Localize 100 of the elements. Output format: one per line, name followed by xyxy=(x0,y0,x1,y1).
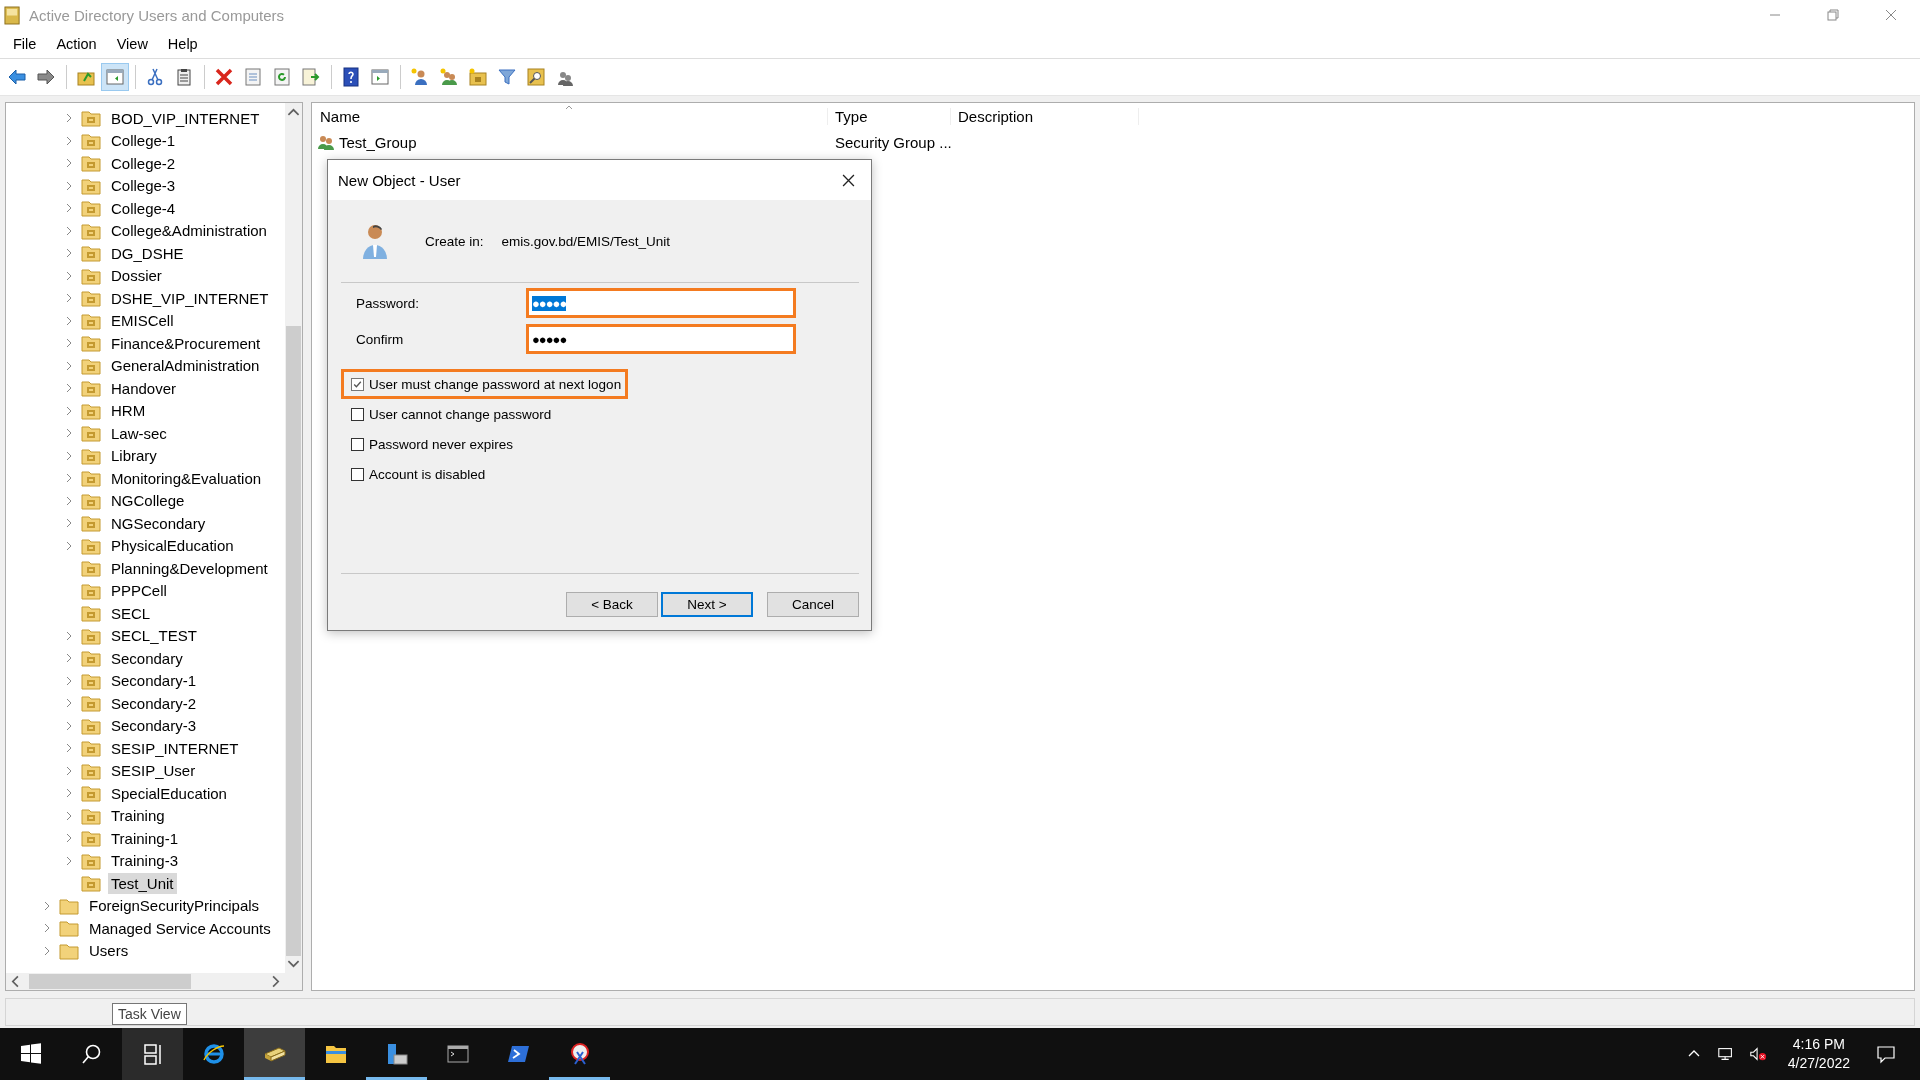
tree-item[interactable]: DG_DSHE xyxy=(108,242,187,264)
column-header[interactable]: Type xyxy=(827,107,950,125)
expand-chevron-icon[interactable] xyxy=(65,720,73,731)
tree-item[interactable]: College-2 xyxy=(108,152,179,174)
tree-item[interactable]: Secondary xyxy=(108,647,186,669)
expand-chevron-icon[interactable] xyxy=(65,653,73,664)
column-header[interactable]: Name xyxy=(312,107,827,125)
menu-item[interactable]: File xyxy=(3,34,47,54)
notifications-icon[interactable] xyxy=(1876,1044,1896,1064)
tree-item[interactable]: Library xyxy=(108,445,160,467)
volume-muted-icon[interactable] xyxy=(1748,1046,1767,1062)
expand-chevron-icon[interactable] xyxy=(65,810,73,821)
tree-item[interactable]: Secondary-1 xyxy=(108,670,200,692)
console-tree-button[interactable] xyxy=(101,63,129,91)
expand-chevron-icon[interactable] xyxy=(65,540,73,551)
tree-item[interactable]: BOD_VIP_INTERNET xyxy=(108,107,263,129)
tree-item[interactable]: EMISCell xyxy=(108,310,177,332)
menu-item[interactable]: View xyxy=(106,34,158,54)
expand-chevron-icon[interactable] xyxy=(65,630,73,641)
expand-chevron-icon[interactable] xyxy=(65,293,73,304)
tree-item[interactable]: Users xyxy=(86,940,132,962)
tree-item[interactable]: College-3 xyxy=(108,175,179,197)
scrollbar-thumb[interactable] xyxy=(286,326,301,956)
expand-chevron-icon[interactable] xyxy=(65,248,73,259)
expand-chevron-icon[interactable] xyxy=(65,473,73,484)
restore-icon[interactable] xyxy=(1827,9,1839,21)
dialog-button[interactable]: Next > xyxy=(661,592,753,617)
expand-chevron-icon[interactable] xyxy=(65,360,73,371)
option-label[interactable]: Account is disabled xyxy=(369,466,486,482)
expand-chevron-icon[interactable] xyxy=(65,338,73,349)
password-field[interactable]: ●●●●● xyxy=(526,288,796,318)
checkbox[interactable] xyxy=(351,467,364,481)
expand-chevron-icon[interactable] xyxy=(43,900,51,911)
tree-item[interactable]: Monitoring&Evaluation xyxy=(108,467,265,489)
password-field[interactable]: ●●●●● xyxy=(526,324,796,354)
tree-item[interactable]: Secondary-2 xyxy=(108,692,200,714)
tree-item[interactable]: SECL xyxy=(108,602,154,624)
expand-chevron-icon[interactable] xyxy=(43,923,51,934)
expand-chevron-icon[interactable] xyxy=(65,518,73,529)
expand-chevron-icon[interactable] xyxy=(65,405,73,416)
expand-chevron-icon[interactable] xyxy=(65,675,73,686)
tree-item[interactable]: Training xyxy=(108,805,168,827)
option-label[interactable]: User must change password at next logon xyxy=(369,376,622,392)
expand-chevron-icon[interactable] xyxy=(65,495,73,506)
menu-item[interactable]: Action xyxy=(46,34,107,54)
tree-item[interactable]: College&Administration xyxy=(108,220,270,242)
tree-item[interactable]: Test_Unit xyxy=(108,872,177,894)
checkbox[interactable] xyxy=(351,377,364,391)
tree-item[interactable]: College-4 xyxy=(108,197,179,219)
horizontal-scrollbar[interactable] xyxy=(6,973,302,990)
expand-chevron-icon[interactable] xyxy=(65,158,73,169)
expand-chevron-icon[interactable] xyxy=(65,428,73,439)
vertical-scrollbar[interactable] xyxy=(285,103,302,973)
tree-item[interactable]: Dossier xyxy=(108,265,165,287)
tree-item[interactable]: Handover xyxy=(108,377,180,399)
tree-item[interactable]: Training-1 xyxy=(108,827,181,849)
tree-item[interactable]: NGCollege xyxy=(108,490,188,512)
option-label[interactable]: Password never expires xyxy=(369,436,514,452)
tree-item[interactable]: NGSecondary xyxy=(108,512,209,534)
menu-item[interactable]: Help xyxy=(157,34,208,54)
tree-item[interactable]: DSHE_VIP_INTERNET xyxy=(108,287,272,309)
tree-item[interactable]: Law-sec xyxy=(108,422,170,444)
expand-chevron-icon[interactable] xyxy=(65,180,73,191)
tree-item[interactable]: Managed Service Accounts xyxy=(86,917,274,939)
tree-item[interactable]: SpecialEducation xyxy=(108,782,230,804)
network-icon[interactable] xyxy=(1716,1046,1735,1062)
tree-item[interactable]: HRM xyxy=(108,400,149,422)
expand-chevron-icon[interactable] xyxy=(65,788,73,799)
tree-item[interactable]: SECL_TEST xyxy=(108,625,200,647)
column-header[interactable]: Description xyxy=(950,107,1139,125)
expand-chevron-icon[interactable] xyxy=(65,203,73,214)
option-label[interactable]: User cannot change password xyxy=(369,406,552,422)
tree-item[interactable]: PPPCell xyxy=(108,580,170,602)
tree-item[interactable]: Finance&Procurement xyxy=(108,332,264,354)
expand-chevron-icon[interactable] xyxy=(65,113,73,124)
tree-item[interactable]: ForeignSecurityPrincipals xyxy=(86,895,263,917)
expand-chevron-icon[interactable] xyxy=(65,855,73,866)
tree-item[interactable]: Planning&Development xyxy=(108,557,271,579)
object-name[interactable]: Test_Group xyxy=(339,133,417,151)
expand-chevron-icon[interactable] xyxy=(65,225,73,236)
dialog-button[interactable]: < Back xyxy=(566,592,658,617)
tree-item[interactable]: SESIP_INTERNET xyxy=(108,737,242,759)
tree-item[interactable]: Secondary-3 xyxy=(108,715,200,737)
directory-taskbar-button[interactable] xyxy=(244,1028,305,1080)
clock[interactable]: 4:16 PM 4/27/2022 xyxy=(1787,1028,1850,1080)
expand-chevron-icon[interactable] xyxy=(43,945,51,956)
tree-item[interactable]: SESIP_User xyxy=(108,760,199,782)
scrollbar-thumb[interactable] xyxy=(29,974,191,989)
expand-chevron-icon[interactable] xyxy=(65,135,73,146)
dialog-button[interactable]: Cancel xyxy=(767,592,859,617)
close-icon[interactable] xyxy=(842,173,855,187)
checkbox[interactable] xyxy=(351,407,364,421)
expand-chevron-icon[interactable] xyxy=(65,450,73,461)
expand-chevron-icon[interactable] xyxy=(65,698,73,709)
expand-chevron-icon[interactable] xyxy=(65,743,73,754)
expand-chevron-icon[interactable] xyxy=(65,383,73,394)
tree-item[interactable]: PhysicalEducation xyxy=(108,535,237,557)
tree-item[interactable]: College-1 xyxy=(108,130,179,152)
expand-chevron-icon[interactable] xyxy=(65,833,73,844)
expand-chevron-icon[interactable] xyxy=(65,765,73,776)
